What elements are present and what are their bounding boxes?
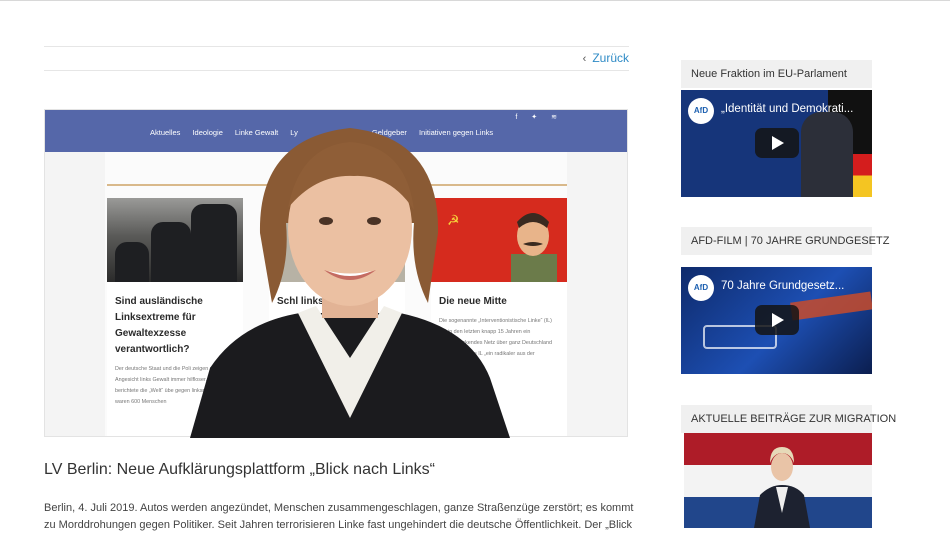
play-icon[interactable]	[755, 128, 799, 158]
video-grundgesetz[interactable]: AfD 70 Jahre Grundgesetz...	[681, 267, 872, 374]
play-icon[interactable]	[755, 305, 799, 335]
back-label: Zurück	[592, 51, 629, 65]
video-eu-parliament[interactable]: AfD „Identität und Demokrati...	[681, 90, 872, 197]
afd-logo-icon: AfD	[688, 275, 714, 301]
top-divider	[0, 0, 950, 1]
woman-photo	[754, 447, 810, 528]
woman-portrait	[190, 128, 510, 438]
video-title: „Identität und Demokrati...	[721, 103, 854, 115]
chevron-left-icon: ‹	[582, 53, 587, 65]
article-body: Berlin, 4. Juli 2019. Autos werden angez…	[44, 502, 634, 531]
migration-post-image[interactable]	[684, 433, 872, 528]
breadcrumb-bar: ‹ Zurück	[44, 46, 629, 71]
article-title: LV Berlin: Neue Aufklärungsplattform „Bl…	[44, 461, 435, 478]
widget-title: AFD-FILM | 70 JAHRE GRUNDGESETZ	[681, 227, 889, 255]
widget-title: Neue Fraktion im EU-Parlament	[681, 60, 872, 88]
afd-logo-icon: AfD	[688, 98, 714, 124]
video-title: 70 Jahre Grundgesetz...	[721, 280, 845, 292]
widget-title: AKTUELLE BEITRÄGE ZUR MIGRATION	[681, 405, 896, 433]
back-link[interactable]: ‹ Zurück	[583, 51, 629, 65]
